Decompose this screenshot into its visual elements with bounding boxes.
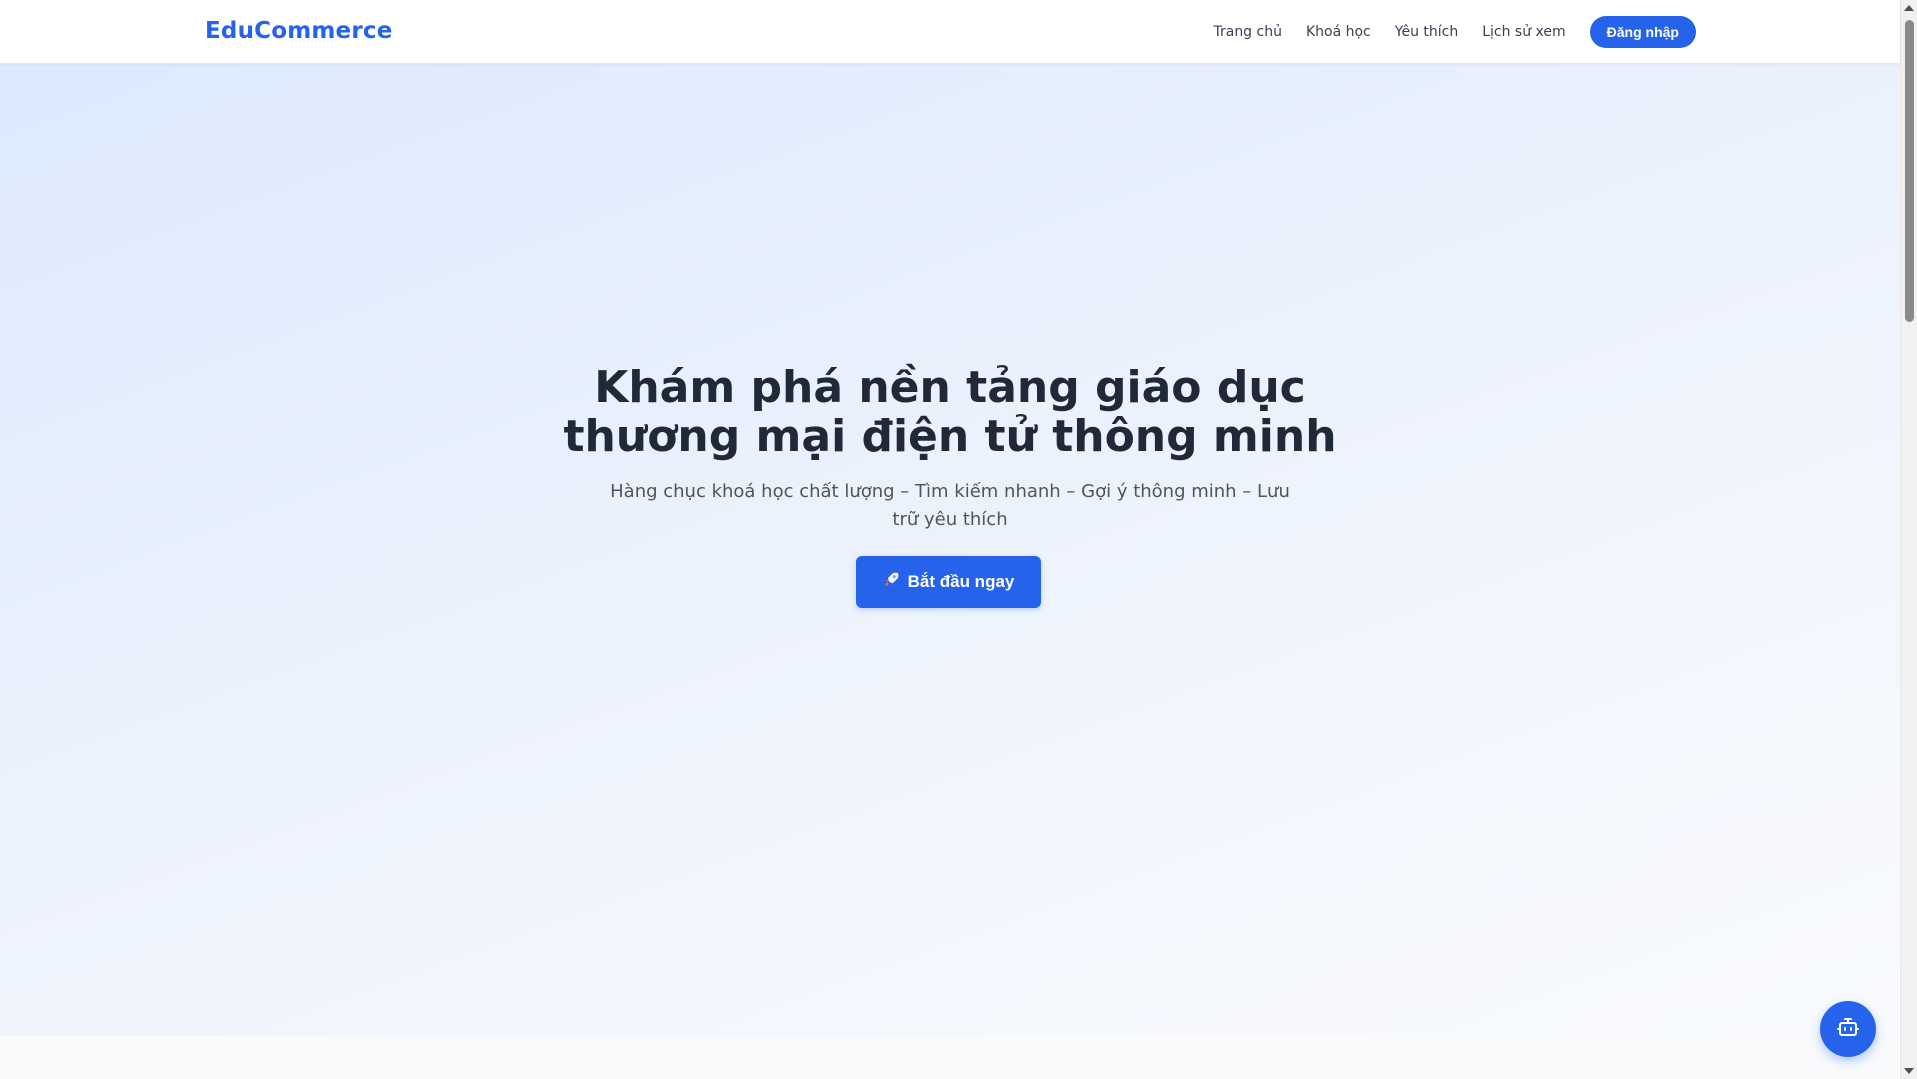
start-now-label: Bắt đầu ngay xyxy=(907,572,1015,591)
nav-link-home[interactable]: Trang chủ xyxy=(1213,24,1281,40)
rocket-icon xyxy=(883,571,900,593)
start-now-button[interactable]: Bắt đầu ngay xyxy=(856,556,1041,608)
login-button[interactable]: Đăng nhập xyxy=(1589,16,1696,48)
hero-subtitle-wrap: Hàng chục khoá học chất lượng – Tìm kiếm… xyxy=(0,478,1900,534)
scroll-down-icon[interactable] xyxy=(1904,1068,1914,1074)
hero-subtitle: Hàng chục khoá học chất lượng – Tìm kiếm… xyxy=(610,481,1290,530)
hero-title: Khám phá nền tảng giáo dục thương mại đi… xyxy=(563,362,1337,462)
hero-title-wrap: Khám phá nền tảng giáo dục thương mại đi… xyxy=(0,363,1900,461)
nav-link-history[interactable]: Lịch sử xem xyxy=(1482,24,1565,40)
robot-icon xyxy=(1836,1015,1860,1043)
hero-section xyxy=(0,64,1900,1036)
brand-logo[interactable]: EduCommerce xyxy=(205,18,393,44)
scrollbar-thumb[interactable] xyxy=(1905,20,1914,322)
vertical-scrollbar[interactable] xyxy=(1900,0,1917,1079)
main-nav: Trang chủ Khoá học Yêu thích Lịch sử xem… xyxy=(1213,16,1696,48)
next-section xyxy=(0,1036,1900,1079)
scroll-up-icon[interactable] xyxy=(1904,5,1914,11)
nav-link-courses[interactable]: Khoá học xyxy=(1306,24,1371,40)
top-navbar: EduCommerce Trang chủ Khoá học Yêu thích… xyxy=(0,0,1900,64)
chatbot-button[interactable] xyxy=(1820,1001,1876,1057)
page: EduCommerce Trang chủ Khoá học Yêu thích… xyxy=(0,0,1917,1079)
nav-link-favorites[interactable]: Yêu thích xyxy=(1395,24,1458,40)
